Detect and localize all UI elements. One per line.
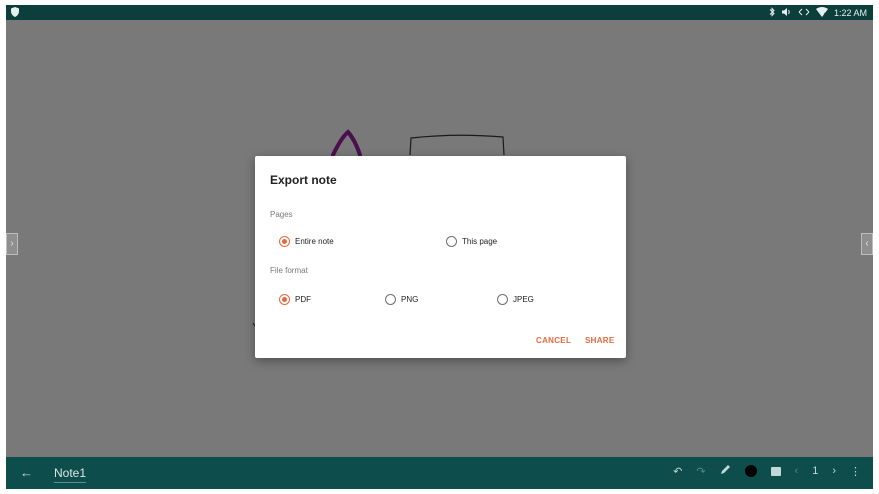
dialog-title: Export note bbox=[270, 173, 337, 187]
wifi-icon bbox=[815, 7, 828, 20]
data-transfer-icon bbox=[798, 7, 810, 20]
pdf-radio[interactable]: PDF bbox=[279, 294, 311, 305]
more-icon[interactable]: ⋮ bbox=[850, 465, 861, 478]
cancel-button[interactable]: CANCEL bbox=[536, 336, 571, 345]
radio-label: JPEG bbox=[513, 295, 534, 304]
jpeg-radio[interactable]: JPEG bbox=[497, 294, 534, 305]
bottom-toolbar: ← Note1 ↶ ↷ ‹ 1 › ⋮ bbox=[6, 457, 873, 489]
right-panel-toggle[interactable]: ‹ bbox=[861, 233, 873, 255]
prev-page-icon[interactable]: ‹ bbox=[795, 465, 799, 477]
radio-label: This page bbox=[462, 237, 498, 246]
left-panel-toggle[interactable]: › bbox=[6, 233, 18, 255]
radio-unselected-icon bbox=[497, 294, 508, 305]
clock-time: 1:22 AM bbox=[833, 8, 867, 18]
status-bar: 1:22 AM bbox=[6, 5, 873, 20]
shield-icon bbox=[11, 7, 19, 19]
share-button[interactable]: SHARE bbox=[585, 336, 615, 345]
radio-label: PNG bbox=[401, 295, 419, 304]
radio-selected-icon bbox=[279, 294, 290, 305]
radio-unselected-icon bbox=[385, 294, 396, 305]
radio-selected-icon bbox=[279, 236, 290, 247]
radio-label: Entire note bbox=[295, 237, 334, 246]
pen-icon[interactable] bbox=[720, 464, 731, 478]
entire-note-radio[interactable]: Entire note bbox=[279, 236, 334, 247]
file-format-section-label: File format bbox=[270, 266, 308, 275]
next-page-icon[interactable]: › bbox=[832, 465, 836, 477]
color-dot-icon[interactable] bbox=[744, 465, 757, 477]
image-icon[interactable] bbox=[770, 466, 781, 476]
radio-unselected-icon bbox=[446, 236, 457, 247]
volume-icon bbox=[781, 7, 792, 20]
undo-icon[interactable]: ↶ bbox=[673, 465, 682, 478]
note-title[interactable]: Note1 bbox=[54, 466, 87, 483]
bluetooth-icon bbox=[769, 7, 775, 20]
png-radio[interactable]: PNG bbox=[385, 294, 418, 305]
export-note-dialog: Export note Pages Entire note This page … bbox=[255, 156, 626, 358]
redo-icon[interactable]: ↷ bbox=[696, 465, 705, 478]
page-number: 1 bbox=[812, 465, 819, 477]
back-arrow-icon[interactable]: ← bbox=[20, 465, 33, 480]
pages-section-label: Pages bbox=[270, 210, 293, 219]
radio-label: PDF bbox=[295, 295, 311, 304]
this-page-radio[interactable]: This page bbox=[446, 236, 497, 247]
screen-frame: 1:22 AM › ‹ ← Note1 ↶ ↷ ‹ 1 › ⋮ Export n bbox=[0, 0, 879, 494]
